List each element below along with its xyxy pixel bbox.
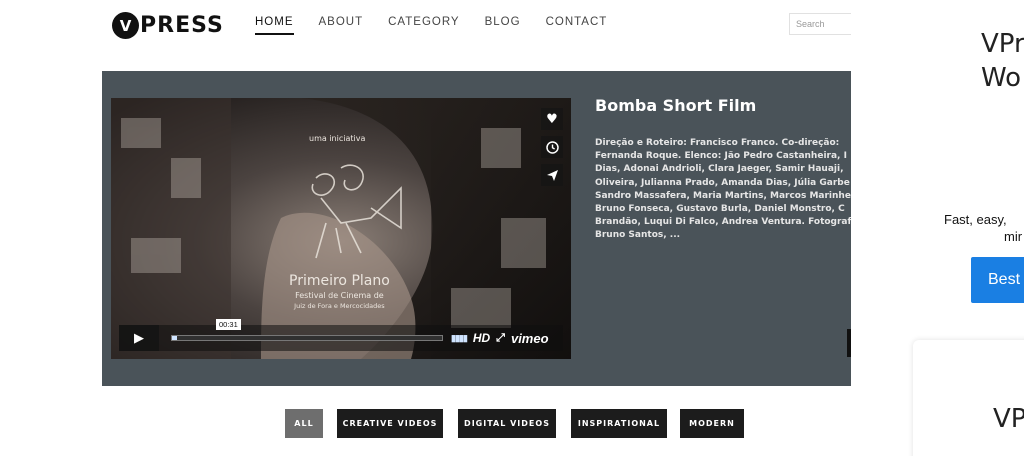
hd-toggle[interactable]: HD: [473, 331, 490, 345]
main-nav: HOME ABOUT CATEGORY BLOG CONTACT: [255, 16, 632, 35]
player-controls-right: ▮▮▮▮ HD ⤢ vimeo: [451, 331, 549, 346]
nav-contact[interactable]: CONTACT: [546, 16, 608, 35]
festival-text: Primeiro Plano Festival de Cinema de Jui…: [289, 273, 390, 310]
play-button[interactable]: ▶: [119, 325, 159, 351]
filter-digital-videos[interactable]: DIGITAL VIDEOS: [458, 409, 556, 438]
ad-text-line2: mir: [1004, 229, 1023, 244]
video-title-overlay: uma iniciativa: [309, 134, 365, 143]
progress-bar[interactable]: 00:31: [171, 319, 443, 341]
time-display: 00:31: [216, 319, 241, 330]
festival-line2: Juiz de Fora e Mercocidades: [294, 302, 385, 310]
nav-about[interactable]: ABOUT: [319, 16, 364, 35]
clock-icon[interactable]: [541, 136, 563, 158]
ad-headline: VPr Wo: [981, 27, 1024, 95]
ad-card: [913, 340, 1024, 456]
category-filters: ALL CREATIVE VIDEOS DIGITAL VIDEOS INSPI…: [102, 386, 851, 456]
ad-headline-line2: Wo: [981, 63, 1022, 93]
progress-fill: [172, 336, 178, 340]
nav-home[interactable]: HOME: [255, 16, 294, 35]
filter-modern[interactable]: MODERN: [680, 409, 744, 438]
nav-blog[interactable]: BLOG: [485, 16, 521, 35]
initiative-text: uma iniciativa: [309, 134, 366, 143]
video-controls: ▶ 00:31 ▮▮▮▮ HD ⤢ vimeo: [119, 319, 563, 351]
description-line: Bruno Fonseca, Gustavo Burla, Daniel Mon…: [595, 204, 845, 215]
logo-mark: V: [112, 12, 139, 39]
filter-inspirational[interactable]: INSPIRATIONAL: [571, 409, 667, 438]
send-icon[interactable]: [541, 164, 563, 186]
site-logo[interactable]: V PRESS: [112, 12, 224, 39]
filter-all[interactable]: ALL: [285, 409, 323, 438]
heart-icon[interactable]: ♥: [541, 108, 563, 130]
logo-wordmark: PRESS: [140, 13, 224, 38]
filter-creative-videos[interactable]: CREATIVE VIDEOS: [337, 409, 443, 438]
festival-name: Primeiro Plano: [289, 273, 390, 289]
description-line: Brandão, Luqui Di Falco, Andrea Ventura.…: [595, 217, 851, 228]
search-input[interactable]: Search: [789, 13, 851, 35]
description-line: Direção e Roteiro: Francisco Franco. Co-…: [595, 138, 840, 148]
ad-text-line1: Fast, easy,: [944, 212, 1007, 227]
video-title[interactable]: Bomba Short Film: [595, 96, 851, 115]
video-description: Direção e Roteiro: Francisco Franco. Co-…: [595, 137, 851, 243]
slider-arrow[interactable]: [847, 329, 851, 357]
description-line: Fernanda Roque. Elenco: Jão Pedro Castan…: [595, 151, 847, 162]
video-info: Bomba Short Film Direção e Roteiro: Fran…: [595, 96, 851, 243]
ad-description: Fast, easy, mir: [944, 211, 1022, 245]
ad-cta-button[interactable]: Best: [971, 257, 1024, 303]
description-line: Sandro Massafera, Maria Martins, Marcos …: [595, 190, 851, 201]
ad-card-title: VP: [993, 404, 1024, 434]
video-player[interactable]: uma iniciativa Primeiro Plano Festival d…: [111, 98, 571, 359]
description-line: Oliveira, Julianna Prado, Amanda Dias, J…: [595, 177, 850, 188]
vimeo-logo[interactable]: vimeo: [511, 331, 549, 346]
description-line: Dias, Adonai Andrioli, Clara Jaeger, Sam…: [595, 164, 844, 175]
ad-headline-line1: VPr: [981, 29, 1024, 59]
video-side-actions: ♥: [541, 108, 563, 186]
volume-icon[interactable]: ▮▮▮▮: [451, 333, 468, 344]
featured-video-section: uma iniciativa Primeiro Plano Festival d…: [102, 71, 851, 386]
nav-category[interactable]: CATEGORY: [388, 16, 459, 35]
festival-line1: Festival de Cinema de: [295, 291, 384, 300]
description-line: Bruno Santos, ...: [595, 230, 681, 241]
fullscreen-icon[interactable]: ⤢: [496, 332, 505, 345]
